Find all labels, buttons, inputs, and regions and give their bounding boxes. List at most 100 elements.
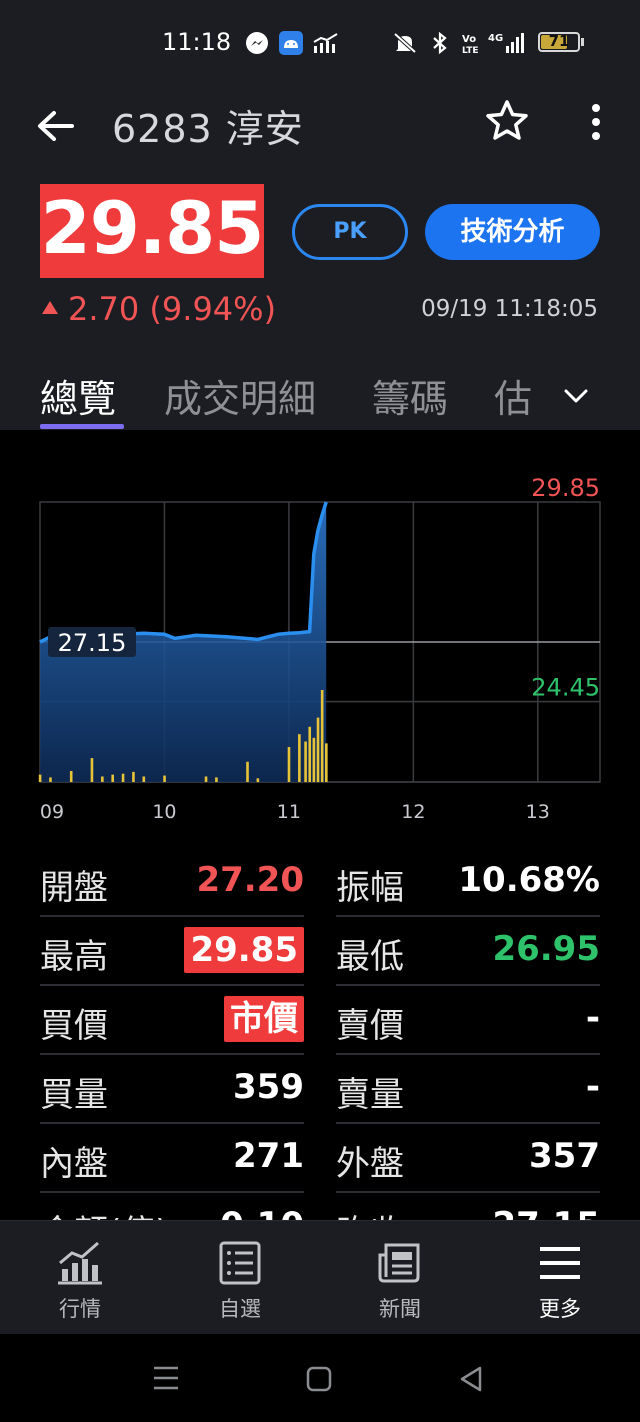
volte-icon: Vo LTE <box>462 34 479 55</box>
menu-icon <box>540 1247 580 1279</box>
x-tick-label: 09 <box>40 801 64 823</box>
nav-more[interactable]: 更多 <box>480 1221 640 1335</box>
quote-header: 6283 淳安 29.85 PK 技術分析 2.70 (9.94%) 09/19… <box>0 86 640 430</box>
x-tick-label: 12 <box>401 801 425 823</box>
volume-bar <box>111 774 114 782</box>
status-time: 11:18 <box>162 28 232 56</box>
volume-bar <box>90 758 94 782</box>
stat-value: - <box>585 1067 600 1107</box>
x-tick-label: 10 <box>152 801 176 823</box>
mute-icon <box>393 32 417 54</box>
page-title: 6283 淳安 <box>112 107 304 151</box>
volume-bar <box>163 775 166 782</box>
recents-icon[interactable] <box>152 1364 180 1392</box>
reference-price-label: 27.15 <box>58 629 127 657</box>
stat-label: 昨收 <box>336 1205 404 1220</box>
technical-analysis-button[interactable]: 技術分析 <box>425 204 600 260</box>
nav-label-market: 行情 <box>59 1297 101 1321</box>
stat-cell: 賣價 - <box>336 986 600 1055</box>
battery-icon: 71 <box>538 32 580 52</box>
home-icon[interactable] <box>306 1366 332 1392</box>
nav-label-news: 新聞 <box>379 1297 421 1321</box>
stat-label: 賣價 <box>336 1006 404 1046</box>
android-icon <box>279 31 303 55</box>
volume-bar <box>316 717 320 782</box>
stat-value: 27.15 <box>492 1205 600 1220</box>
tab-bar: 總覽 成交明細 籌碼 估 <box>0 366 640 430</box>
volume-bar <box>142 776 146 782</box>
stat-value: - <box>585 998 600 1038</box>
intraday-chart-svg: 29.85 24.45 27.15 09 10 11 12 13 <box>38 474 601 823</box>
price-change-text: 2.70 (9.94%) <box>68 290 277 328</box>
stat-cell: 最高 29.85 <box>40 917 304 986</box>
stat-value: 271 <box>233 1136 304 1176</box>
volume-bar <box>246 761 249 782</box>
stat-value: 0.10 <box>220 1205 304 1220</box>
stat-cell: 外盤 357 <box>336 1124 600 1193</box>
tab-valuation[interactable]: 估 <box>494 368 532 423</box>
stats-grid: 開盤 27.20 振幅 10.68% 最高 29.85 最低 26.95 買價 市價 賣價 - 買量 35… <box>0 848 640 1220</box>
volume-bar <box>38 774 42 782</box>
stat-label: 振幅 <box>336 868 404 908</box>
star-icon[interactable] <box>484 98 530 144</box>
active-tab-indicator <box>40 424 124 429</box>
nav-news[interactable]: 新聞 <box>320 1221 480 1335</box>
stat-value: 26.95 <box>492 929 600 969</box>
stat-label: 買價 <box>40 1006 108 1046</box>
svg-text:4G: 4G <box>488 33 503 44</box>
stat-value: 27.20 <box>196 860 304 900</box>
pk-button[interactable]: PK <box>292 204 408 260</box>
volume-bar <box>320 690 324 782</box>
tab-chips[interactable]: 籌碼 <box>372 368 448 423</box>
volume-bar <box>101 776 104 782</box>
stat-cell: 昨收 27.15 <box>336 1193 600 1220</box>
watchlist-icon <box>219 1241 261 1285</box>
intraday-chart[interactable]: 29.85 24.45 27.15 09 10 11 12 13 <box>0 430 640 840</box>
stat-cell: 買量 359 <box>40 1055 304 1124</box>
volume-bar <box>132 771 135 782</box>
stat-cell: 開盤 27.20 <box>40 848 304 917</box>
messenger-icon <box>246 32 268 54</box>
quote-timestamp: 09/19 11:18:05 <box>421 296 598 322</box>
back-arrow-icon[interactable] <box>34 104 78 148</box>
battery-level: 71 <box>548 32 570 50</box>
volume-bar <box>287 747 291 782</box>
last-price: 29.85 <box>40 186 265 270</box>
nav-market[interactable]: 行情 <box>0 1221 160 1335</box>
x-tick-label: 13 <box>526 801 550 823</box>
tab-trade-details[interactable]: 成交明細 <box>164 368 316 423</box>
nav-label-watchlist: 自選 <box>219 1297 261 1321</box>
stat-cell: 最低 26.95 <box>336 917 600 986</box>
stat-value: 10.68% <box>458 860 600 900</box>
volume-bar <box>215 777 218 782</box>
stat-label: 開盤 <box>40 868 108 908</box>
news-icon <box>378 1243 420 1283</box>
stat-value: 357 <box>529 1136 600 1176</box>
volume-bar <box>121 773 125 782</box>
system-back-icon[interactable] <box>458 1365 484 1393</box>
stat-label: 最低 <box>336 937 404 977</box>
up-triangle-icon <box>42 301 58 314</box>
nav-watchlist[interactable]: 自選 <box>160 1221 320 1335</box>
high-price-label: 29.85 <box>531 474 600 502</box>
more-vertical-icon[interactable] <box>586 100 606 144</box>
stat-cell: 賣量 - <box>336 1055 600 1124</box>
volume-bar <box>325 743 328 782</box>
x-tick-label: 11 <box>277 801 301 823</box>
low-price-label: 24.45 <box>531 674 600 702</box>
signal-chart-icon <box>313 33 338 53</box>
stat-label: 金額(億) <box>40 1205 169 1220</box>
bluetooth-icon <box>433 31 447 55</box>
tab-overview[interactable]: 總覽 <box>40 368 116 423</box>
market-chart-icon <box>58 1241 102 1285</box>
chevron-down-icon[interactable] <box>560 380 592 412</box>
volume-bar <box>49 777 52 782</box>
last-price-box: 29.85 <box>40 184 264 278</box>
volume-bar <box>298 734 301 782</box>
battery-nub <box>581 38 584 46</box>
stat-label: 內盤 <box>40 1144 108 1184</box>
bottom-nav: 行情 自選 新聞 更多 <box>0 1220 640 1334</box>
stat-value: 359 <box>233 1067 304 1107</box>
stat-cell: 金額(億) 0.10 <box>40 1193 304 1220</box>
stat-label: 賣量 <box>336 1075 404 1115</box>
